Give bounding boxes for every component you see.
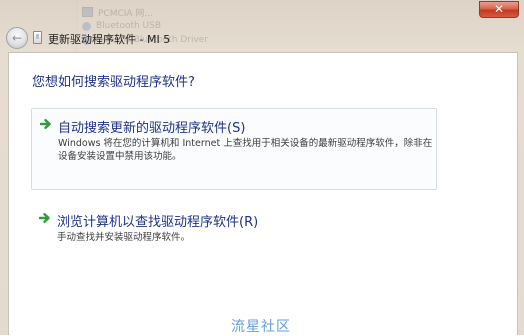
title-bar: ← 更新驱动程序软件 - MI 5 ✕ (0, 0, 524, 52)
option-description: 手动查找并安装驱动程序软件。 (57, 232, 191, 243)
auto-search-option[interactable]: 自动搜索更新的驱动程序软件(S) Windows 将在您的计算机和 Intern… (31, 108, 437, 190)
back-button[interactable]: ← (6, 27, 28, 49)
window-title: 更新驱动程序软件 - MI 5 (48, 33, 171, 46)
option-title: 自动搜索更新的驱动程序软件(S) (58, 121, 246, 136)
option-title: 浏览计算机以查找驱动程序软件(R) (57, 215, 259, 230)
green-arrow-icon (39, 213, 50, 223)
page-heading: 您想如何搜索驱动程序软件? (32, 75, 195, 90)
device-icon (33, 31, 42, 44)
browse-computer-option[interactable]: 浏览计算机以查找驱动程序软件(R) 手动查找并安装驱动程序软件。 (31, 203, 437, 243)
watermark: 流星社区 (231, 319, 291, 335)
close-icon: ✕ (493, 2, 505, 16)
option-description: Windows 将在您的计算机和 Internet 上查找用于相关设备的最新驱动… (58, 138, 433, 162)
close-button[interactable]: ✕ (479, 1, 519, 18)
update-driver-window: PCMCIA 网... Bluetooth USB Generic Blueto… (0, 0, 524, 335)
wizard-content: 您想如何搜索驱动程序软件? 自动搜索更新的驱动程序软件(S) Windows 将… (8, 52, 518, 335)
back-arrow-icon: ← (11, 31, 23, 45)
green-arrow-icon (40, 119, 51, 129)
